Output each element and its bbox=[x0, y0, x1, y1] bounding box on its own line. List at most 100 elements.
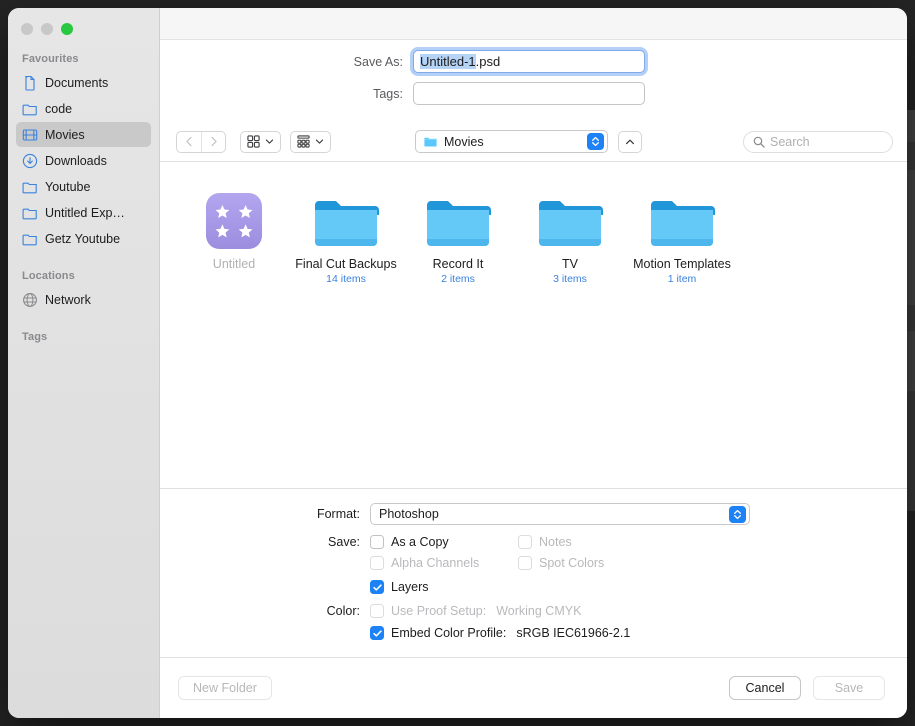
back-button[interactable] bbox=[177, 132, 201, 152]
color-options-row-2: Embed Color Profile: sRGB IEC61966-2.1 bbox=[160, 626, 907, 640]
save-label: Save: bbox=[328, 535, 360, 549]
sidebar-item-downloads[interactable]: Downloads bbox=[16, 148, 151, 173]
format-options: Format: Photoshop Save: As a Copy Notes … bbox=[160, 489, 907, 658]
location-popup-button[interactable]: Movies bbox=[415, 130, 608, 153]
new-folder-button[interactable]: New Folder bbox=[178, 676, 272, 700]
chevron-right-icon bbox=[211, 136, 217, 147]
folder-icon bbox=[649, 184, 715, 250]
chevron-down-icon bbox=[315, 139, 324, 144]
checkbox-label: Spot Colors bbox=[539, 556, 605, 570]
app-stars-icon bbox=[205, 184, 263, 250]
sidebar-item-untitled-export[interactable]: Untitled Exp… bbox=[16, 200, 151, 225]
group-view-icon bbox=[297, 135, 310, 148]
globe-icon bbox=[23, 292, 37, 307]
save-options-row-3: Layers bbox=[160, 580, 907, 594]
checkbox-alpha-channels: Alpha Channels bbox=[370, 556, 518, 570]
save-as-label: Save As: bbox=[353, 54, 403, 69]
checkbox-label: Embed Color Profile: bbox=[391, 626, 507, 640]
download-icon bbox=[22, 153, 38, 168]
folder-icon bbox=[425, 184, 491, 250]
sidebar-item-label: Network bbox=[45, 292, 91, 307]
folder-icon bbox=[22, 234, 37, 245]
checkbox-as-a-copy[interactable]: As a Copy bbox=[370, 535, 518, 549]
color-options-row-1: Color: Use Proof Setup: Working CMYK bbox=[160, 604, 907, 618]
updown-stepper-icon[interactable] bbox=[587, 133, 604, 150]
checkbox-embed-color-profile[interactable]: Embed Color Profile: sRGB IEC61966-2.1 bbox=[370, 626, 630, 640]
file-count: 1 item bbox=[667, 273, 697, 286]
checkmark-icon bbox=[372, 583, 382, 591]
save-options-row-2: Alpha Channels Spot Colors bbox=[160, 556, 907, 570]
sidebar-item-code[interactable]: code bbox=[16, 96, 151, 121]
checkbox-box[interactable] bbox=[370, 535, 384, 549]
sidebar-section-tags-header: Tags bbox=[22, 331, 48, 343]
close-button[interactable] bbox=[21, 23, 33, 35]
checkbox-label: Notes bbox=[539, 535, 572, 549]
search-icon bbox=[753, 136, 765, 148]
search-field[interactable]: Search bbox=[743, 130, 893, 153]
sidebar-item-label: Movies bbox=[45, 127, 85, 142]
sidebar-item-youtube[interactable]: Youtube bbox=[16, 174, 151, 199]
sidebar-item-label: Youtube bbox=[45, 179, 91, 194]
format-value: Photoshop bbox=[379, 507, 439, 521]
checkbox-box bbox=[518, 556, 532, 570]
save-dialog: Favourites Documents code Movies Downloa… bbox=[8, 8, 907, 718]
sidebar: Favourites Documents code Movies Downloa… bbox=[8, 8, 160, 718]
dialog-body: Save As: Untitled-1 .psd Tags: Movies Se… bbox=[160, 8, 907, 718]
save-as-input[interactable]: Untitled-1 .psd bbox=[413, 50, 645, 73]
forward-button[interactable] bbox=[201, 131, 225, 152]
sidebar-item-network[interactable]: Network bbox=[16, 287, 151, 312]
collapse-browser-button[interactable] bbox=[618, 130, 642, 153]
group-by-button[interactable] bbox=[290, 130, 331, 153]
checkbox-box[interactable] bbox=[370, 626, 384, 640]
document-icon bbox=[24, 75, 35, 91]
file-name: Untitled bbox=[212, 257, 256, 271]
sidebar-item-label: code bbox=[45, 101, 73, 116]
file-name: Record It bbox=[432, 257, 484, 271]
chevron-left-icon bbox=[185, 136, 192, 147]
file-item[interactable]: Final Cut Backups 14 items bbox=[290, 184, 402, 285]
file-browser[interactable]: Untitled Final Cut Backups 14 items Reco… bbox=[160, 162, 907, 489]
tags-row: Tags: bbox=[160, 82, 907, 105]
checkbox-label: Use Proof Setup: bbox=[391, 604, 487, 618]
save-options-row-1: Save: As a Copy Notes bbox=[160, 535, 907, 549]
updown-stepper-icon[interactable] bbox=[729, 505, 746, 523]
checkbox-spot-colors: Spot Colors bbox=[518, 556, 666, 570]
checkbox-box[interactable] bbox=[370, 580, 384, 594]
tags-input[interactable] bbox=[413, 82, 645, 105]
sidebar-item-movies[interactable]: Movies bbox=[16, 122, 151, 147]
format-label: Format: bbox=[316, 507, 360, 521]
checkbox-use-proof-setup: Use Proof Setup: Working CMYK bbox=[370, 604, 581, 618]
search-placeholder: Search bbox=[770, 134, 810, 149]
chevron-up-icon bbox=[625, 139, 635, 144]
dialog-footer: New Folder Cancel Save bbox=[160, 658, 907, 718]
folder-icon bbox=[22, 104, 37, 115]
checkbox-label: Alpha Channels bbox=[391, 556, 480, 570]
checkbox-box bbox=[370, 604, 384, 618]
folder-icon bbox=[313, 184, 379, 250]
folder-icon bbox=[424, 137, 437, 147]
save-button[interactable]: Save bbox=[813, 676, 885, 700]
format-popup-button[interactable]: Photoshop bbox=[370, 503, 750, 525]
sidebar-item-getz-youtube[interactable]: Getz Youtube bbox=[16, 226, 151, 251]
chevron-down-icon bbox=[265, 139, 274, 144]
checkbox-notes: Notes bbox=[518, 535, 666, 549]
save-as-extension-text: .psd bbox=[475, 54, 501, 69]
file-item[interactable]: Motion Templates 1 item bbox=[626, 184, 738, 285]
browser-toolbar: Movies Search bbox=[160, 122, 907, 162]
minimize-button[interactable] bbox=[41, 23, 53, 35]
folder-icon bbox=[537, 184, 603, 250]
checkbox-layers[interactable]: Layers bbox=[370, 580, 429, 594]
embed-profile-value: sRGB IEC61966-2.1 bbox=[516, 626, 631, 640]
view-mode-button[interactable] bbox=[240, 130, 281, 153]
file-item[interactable]: TV 3 items bbox=[514, 184, 626, 285]
file-name: Final Cut Backups bbox=[295, 257, 397, 271]
zoom-button[interactable] bbox=[61, 23, 73, 35]
cancel-button[interactable]: Cancel bbox=[729, 676, 801, 700]
file-item[interactable]: Untitled bbox=[178, 184, 290, 285]
sidebar-item-documents[interactable]: Documents bbox=[16, 70, 151, 95]
sidebar-section-locations-header: Locations bbox=[22, 270, 75, 282]
sidebar-item-label: Getz Youtube bbox=[45, 231, 121, 246]
grid-view-icon bbox=[247, 135, 260, 148]
file-item[interactable]: Record It 2 items bbox=[402, 184, 514, 285]
checkbox-label: Layers bbox=[391, 580, 429, 594]
